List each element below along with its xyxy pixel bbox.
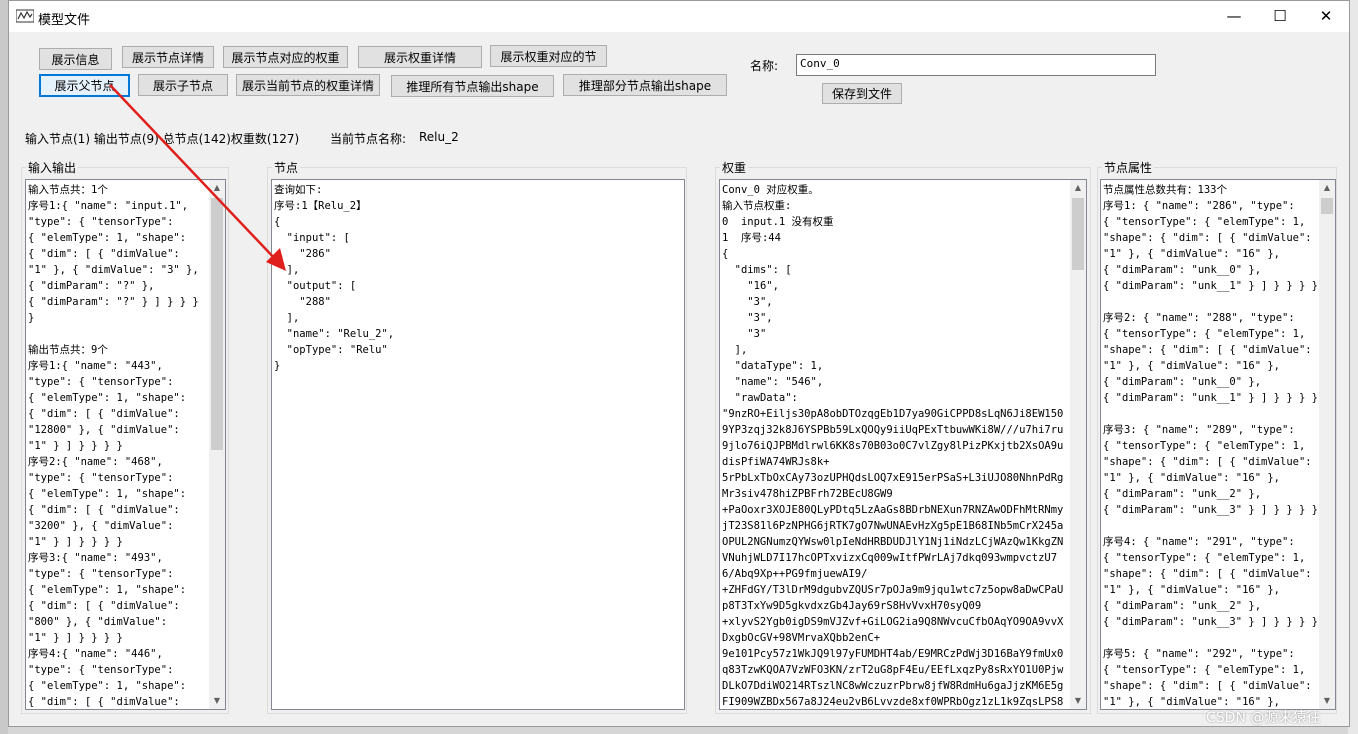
- scroll-thumb[interactable]: [211, 198, 223, 450]
- weights-scrollbar[interactable]: ▲ ▼: [1070, 180, 1086, 709]
- scroll-down-icon[interactable]: ▼: [209, 693, 225, 709]
- close-icon[interactable]: ✕: [1303, 1, 1349, 32]
- background-left: [0, 0, 8, 734]
- props-scrollbar[interactable]: ▲ ▼: [1319, 180, 1335, 709]
- node-summary: 输入节点(1) 输出节点(9) 总节点(142)权重数(127): [25, 132, 300, 146]
- scroll-down-icon[interactable]: ▼: [1319, 693, 1335, 709]
- scroll-up-icon[interactable]: ▲: [209, 180, 225, 196]
- current-node-value: Relu_2: [419, 130, 459, 144]
- save-to-file-button[interactable]: 保存到文件: [822, 83, 902, 104]
- scroll-up-icon[interactable]: ▲: [1070, 180, 1086, 196]
- io-group-title: 输入输出: [26, 159, 79, 176]
- show-weight-nodes-button[interactable]: 展示权重对应的节: [490, 45, 607, 67]
- show-weight-details-button[interactable]: 展示权重详情: [358, 46, 482, 68]
- node-group-title: 节点: [272, 159, 301, 176]
- scroll-up-icon[interactable]: ▲: [1319, 180, 1335, 196]
- maximize-icon[interactable]: ☐: [1257, 1, 1303, 32]
- scroll-thumb[interactable]: [1321, 198, 1333, 214]
- name-input[interactable]: Conv_0: [796, 54, 1156, 76]
- infer-all-shapes-button[interactable]: 推理所有节点输出shape: [391, 75, 554, 97]
- show-node-weights-button[interactable]: 展示节点对应的权重: [223, 46, 348, 68]
- io-textbox[interactable]: 输入节点共：1个 序号1:{ "name": "input.1", "type"…: [25, 179, 226, 710]
- weights-textbox[interactable]: Conv_0 对应权重。 输入节点权重: 0 input.1 没有权重 1 序号…: [719, 179, 1087, 710]
- name-label: 名称:: [750, 59, 779, 73]
- current-node-label: 当前节点名称:: [330, 132, 407, 146]
- scroll-thumb[interactable]: [1072, 198, 1084, 270]
- props-group-title: 节点属性: [1102, 159, 1155, 176]
- props-textbox[interactable]: 节点属性总数共有：133个 序号1: { "name": "286", "typ…: [1100, 179, 1336, 710]
- node-textbox[interactable]: 查询如下: 序号:1【Relu_2】 { "input": [ "286" ],…: [271, 179, 685, 710]
- model-file-window: 模型文件 — ☐ ✕ 展示信息 展示节点详情 展示节点对应的权重 展示权重详情 …: [8, 0, 1350, 727]
- scroll-down-icon[interactable]: ▼: [1070, 693, 1086, 709]
- show-parent-node-button[interactable]: 展示父节点: [39, 74, 130, 97]
- show-current-node-weights-button[interactable]: 展示当前节点的权重详情: [236, 74, 380, 96]
- show-node-details-button[interactable]: 展示节点详情: [122, 46, 214, 68]
- io-text: 输入节点共：1个 序号1:{ "name": "input.1", "type"…: [28, 184, 199, 707]
- props-text: 节点属性总数共有：133个 序号1: { "name": "286", "typ…: [1103, 184, 1318, 707]
- title-bar[interactable]: 模型文件 — ☐ ✕: [9, 1, 1349, 32]
- weights-group-title: 权重: [720, 159, 749, 176]
- app-icon: [16, 9, 34, 23]
- window-title: 模型文件: [38, 13, 91, 28]
- show-child-node-button[interactable]: 展示子节点: [138, 74, 228, 96]
- infer-partial-shapes-button[interactable]: 推理部分节点输出shape: [563, 74, 727, 96]
- node-text: 查询如下: 序号:1【Relu_2】 { "input": [ "286" ],…: [274, 184, 395, 372]
- csdn-watermark: CSDN @源来猿往: [1206, 710, 1321, 726]
- weights-text: Conv_0 对应权重。 输入节点权重: 0 input.1 没有权重 1 序号…: [722, 184, 1064, 707]
- show-info-button[interactable]: 展示信息: [39, 48, 112, 70]
- minimize-icon[interactable]: —: [1211, 1, 1257, 32]
- io-scrollbar[interactable]: ▲ ▼: [209, 180, 225, 709]
